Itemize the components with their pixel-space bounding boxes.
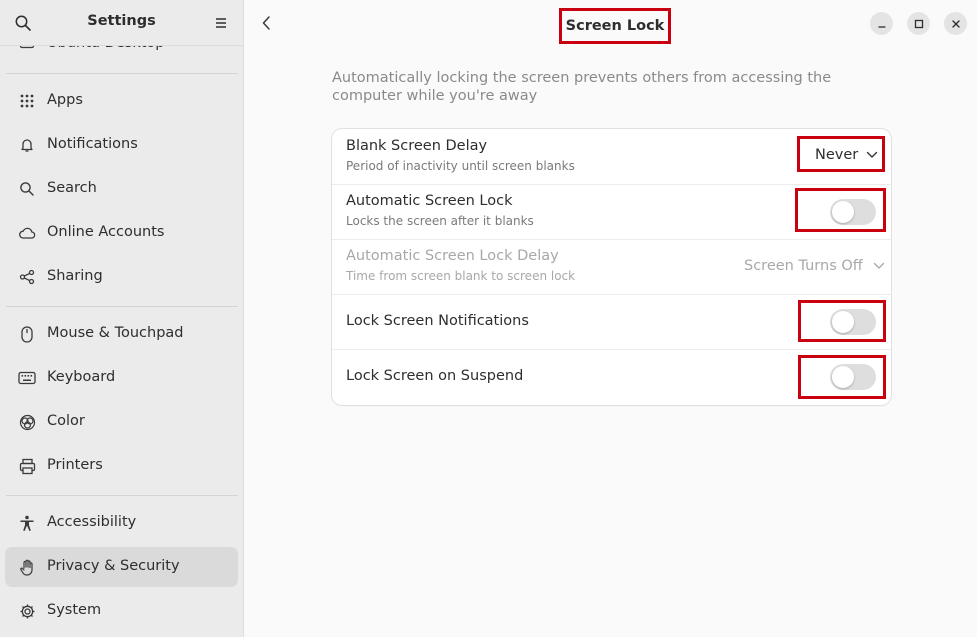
sidebar-item-color[interactable]: Color bbox=[5, 402, 238, 442]
hand-icon bbox=[18, 558, 36, 576]
back-button[interactable] bbox=[258, 13, 276, 33]
sidebar-item-label: Privacy & Security bbox=[47, 558, 180, 574]
row-title: Lock Screen Notifications bbox=[346, 313, 529, 329]
sidebar-divider bbox=[6, 73, 238, 74]
sidebar-item-label: System bbox=[47, 602, 102, 618]
bell-icon bbox=[18, 136, 36, 154]
sidebar-item-keyboard[interactable]: Keyboard bbox=[5, 358, 238, 398]
sidebar-item-label: Color bbox=[47, 413, 85, 429]
accessibility-icon bbox=[18, 514, 36, 532]
row-subtitle: Time from screen blank to screen lock bbox=[346, 269, 576, 283]
sidebar-item-online-accounts[interactable]: Online Accounts bbox=[5, 213, 238, 253]
sidebar-item-accessibility[interactable]: Accessibility bbox=[5, 503, 238, 543]
row-title: Lock Screen on Suspend bbox=[346, 368, 524, 384]
screen-lock-delay-dropdown[interactable]: Screen Turns Off bbox=[744, 258, 885, 274]
sidebar-divider bbox=[6, 306, 238, 307]
row-lock-screen-notifications: Lock Screen Notifications bbox=[332, 294, 891, 349]
sidebar-item-system[interactable]: System bbox=[5, 591, 238, 631]
sidebar-item-label: Mouse & Touchpad bbox=[47, 325, 184, 341]
sidebar-item-printers[interactable]: Printers bbox=[5, 446, 238, 486]
sidebar-item-privacy-security[interactable]: Privacy & Security bbox=[5, 547, 238, 587]
lock-screen-notifications-switch[interactable] bbox=[830, 309, 876, 335]
menu-icon[interactable] bbox=[212, 14, 230, 32]
sidebar-list[interactable]: Ubuntu Desktop Apps Notifications bbox=[0, 0, 243, 637]
sidebar-item-label: Accessibility bbox=[47, 514, 137, 530]
sidebar: Ubuntu Desktop Apps Notifications bbox=[0, 0, 244, 637]
printer-icon bbox=[18, 457, 36, 475]
cloud-icon bbox=[18, 224, 36, 242]
gear-icon bbox=[18, 602, 36, 620]
chevron-down-icon bbox=[873, 262, 884, 269]
maximize-button[interactable] bbox=[907, 12, 930, 35]
minimize-button[interactable] bbox=[870, 12, 893, 35]
sidebar-item-apps[interactable]: Apps bbox=[5, 81, 238, 121]
row-title: Blank Screen Delay bbox=[346, 138, 488, 154]
search-icon bbox=[18, 180, 36, 198]
settings-card: Blank Screen Delay Period of inactivity … bbox=[332, 129, 891, 405]
sidebar-item-label: Search bbox=[47, 180, 97, 196]
sidebar-item-label: Sharing bbox=[47, 268, 103, 284]
page-title: Screen Lock bbox=[559, 8, 671, 44]
sidebar-item-sharing[interactable]: Sharing bbox=[5, 257, 238, 297]
sidebar-item-notifications[interactable]: Notifications bbox=[5, 125, 238, 165]
sidebar-item-label: Notifications bbox=[47, 136, 138, 152]
blank-screen-delay-dropdown[interactable]: Never bbox=[797, 136, 885, 172]
close-button[interactable] bbox=[944, 12, 967, 35]
sidebar-item-mouse-touchpad[interactable]: Mouse & Touchpad bbox=[5, 314, 238, 354]
sidebar-item-label: Online Accounts bbox=[47, 224, 165, 240]
main-panel: Screen Lock Automatically locking the sc… bbox=[244, 0, 977, 637]
sidebar-header: Settings bbox=[0, 0, 243, 46]
mouse-icon bbox=[18, 325, 36, 343]
sidebar-item-label: Printers bbox=[47, 457, 103, 473]
automatic-screen-lock-switch[interactable] bbox=[830, 199, 876, 225]
row-lock-screen-on-suspend: Lock Screen on Suspend bbox=[332, 349, 891, 404]
sidebar-item-label: Apps bbox=[47, 92, 83, 108]
row-subtitle: Period of inactivity until screen blanks bbox=[346, 159, 575, 173]
lock-screen-on-suspend-switch[interactable] bbox=[830, 364, 876, 390]
page-description: Automatically locking the screen prevent… bbox=[332, 70, 832, 104]
row-subtitle: Locks the screen after it blanks bbox=[346, 214, 534, 228]
sidebar-item-label: Keyboard bbox=[47, 369, 116, 385]
color-icon bbox=[18, 413, 36, 431]
row-blank-screen-delay: Blank Screen Delay Period of inactivity … bbox=[332, 129, 891, 184]
switch-knob bbox=[832, 201, 854, 223]
switch-knob bbox=[832, 311, 854, 333]
sidebar-title: Settings bbox=[87, 13, 156, 29]
chevron-down-icon bbox=[867, 151, 878, 158]
sidebar-divider bbox=[6, 495, 238, 496]
row-automatic-screen-lock: Automatic Screen Lock Locks the screen a… bbox=[332, 184, 891, 239]
apps-icon bbox=[18, 92, 36, 110]
switch-knob bbox=[832, 366, 854, 388]
share-icon bbox=[18, 268, 36, 286]
dropdown-value: Screen Turns Off bbox=[744, 258, 863, 274]
keyboard-icon bbox=[18, 369, 36, 387]
dropdown-value: Never bbox=[815, 147, 859, 163]
row-title: Automatic Screen Lock bbox=[346, 193, 513, 209]
row-automatic-screen-lock-delay: Automatic Screen Lock Delay Time from sc… bbox=[332, 239, 891, 294]
row-title: Automatic Screen Lock Delay bbox=[346, 248, 559, 264]
sidebar-item-search[interactable]: Search bbox=[5, 169, 238, 209]
